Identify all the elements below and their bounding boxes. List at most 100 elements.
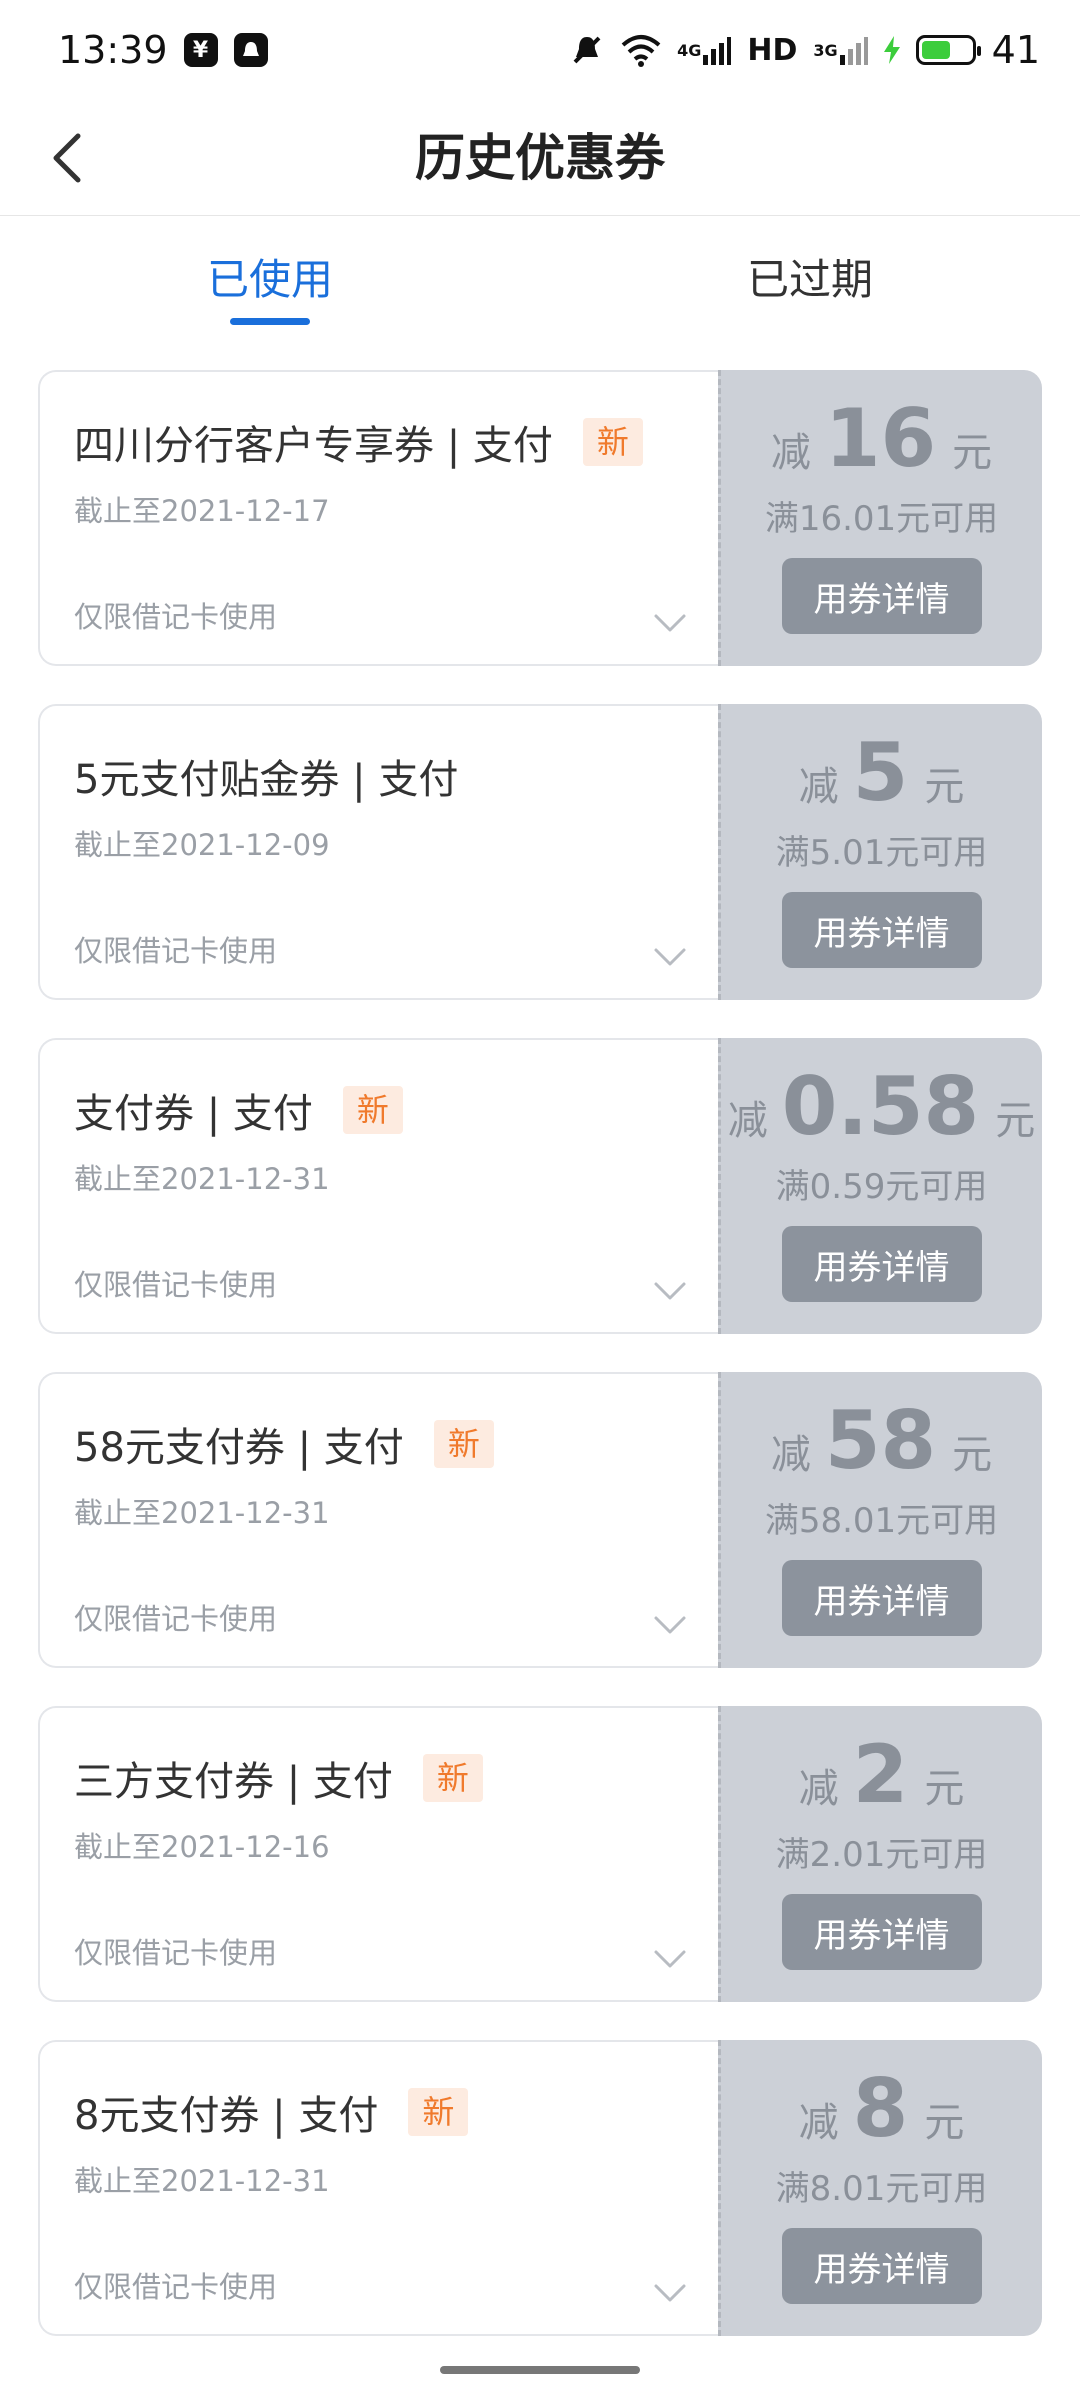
coupon-detail-button[interactable]: 用券详情 — [781, 1226, 982, 1302]
tab-expired[interactable]: 已过期 — [660, 246, 960, 307]
battery-icon — [915, 35, 981, 65]
status-right: 4G HD 3G 41 — [569, 28, 1040, 72]
battery-level: 41 — [991, 28, 1040, 72]
tab-used[interactable]: 已使用 — [120, 246, 420, 307]
coupon-card[interactable]: 58元支付券 | 支付 新 截止至2021-12-31 仅限借记卡使用 减 58… — [38, 1372, 1042, 1668]
coupon-detail-button[interactable]: 用券详情 — [781, 892, 982, 968]
new-badge: 新 — [422, 1754, 483, 1802]
chevron-down-icon[interactable] — [650, 608, 690, 638]
coupon-card[interactable]: 8元支付券 | 支付 新 截止至2021-12-31 仅限借记卡使用 减 8 元… — [38, 2040, 1042, 2336]
coupon-expiry: 截止至2021-12-31 — [74, 1496, 330, 1530]
coupon-restriction: 仅限借记卡使用 — [74, 934, 278, 968]
coupon-info: 三方支付券 | 支付 新 截止至2021-12-16 仅限借记卡使用 — [38, 1706, 718, 2002]
coupon-info: 5元支付贴金券 | 支付 截止至2021-12-09 仅限借记卡使用 — [38, 704, 718, 1000]
chevron-down-icon[interactable] — [650, 1944, 690, 1974]
coupon-detail-button[interactable]: 用券详情 — [781, 2228, 982, 2304]
coupon-restriction: 仅限借记卡使用 — [74, 600, 278, 634]
amount-row: 减 16 元 — [771, 392, 992, 485]
amount-unit: 元 — [924, 1766, 965, 1812]
coupon-info: 四川分行客户专享券 | 支付 新 截止至2021-12-17 仅限借记卡使用 — [38, 370, 718, 666]
coupon-value: 减 5 元 满5.01元可用 用券详情 — [718, 704, 1042, 1000]
coupon-name: 支付券 | 支付 — [74, 1091, 313, 1137]
coupon-value: 减 8 元 满8.01元可用 用券详情 — [718, 2040, 1042, 2336]
new-badge: 新 — [342, 1086, 403, 1134]
hd-label: HD — [747, 32, 798, 68]
coupon-name-row: 三方支付券 | 支付 新 — [74, 1750, 688, 1806]
new-badge: 新 — [408, 2088, 469, 2136]
notification-app-icon — [233, 33, 268, 67]
coupon-name: 5元支付贴金券 | 支付 — [74, 757, 459, 803]
amount-value: 8 — [852, 2062, 909, 2155]
coupon-detail-button[interactable]: 用券详情 — [781, 1560, 982, 1636]
amount-prefix: 减 — [798, 1766, 839, 1812]
wifi-icon — [621, 33, 661, 67]
amount-value: 0.58 — [781, 1060, 980, 1153]
network-3g-label: 3G — [813, 40, 838, 60]
chevron-down-icon[interactable] — [650, 1276, 690, 1306]
coupon-card[interactable]: 5元支付贴金券 | 支付 截止至2021-12-09 仅限借记卡使用 减 5 元… — [38, 704, 1042, 1000]
amount-row: 减 0.58 元 — [728, 1060, 1035, 1153]
amount-value: 5 — [852, 726, 909, 819]
new-badge: 新 — [582, 418, 643, 466]
signal-4g-icon: 4G — [677, 35, 732, 65]
amount-value: 2 — [852, 1728, 909, 1821]
coupon-name: 58元支付券 | 支付 — [74, 1425, 404, 1471]
coupon-card[interactable]: 三方支付券 | 支付 新 截止至2021-12-16 仅限借记卡使用 减 2 元… — [38, 1706, 1042, 2002]
coupon-info: 58元支付券 | 支付 新 截止至2021-12-31 仅限借记卡使用 — [38, 1372, 718, 1668]
min-spend: 满8.01元可用 — [775, 2169, 988, 2209]
coupon-name-row: 支付券 | 支付 新 — [74, 1082, 688, 1138]
amount-row: 减 2 元 — [799, 1728, 965, 1821]
new-badge: 新 — [433, 1420, 494, 1468]
amount-prefix: 减 — [798, 764, 839, 810]
amount-prefix: 减 — [798, 2100, 839, 2146]
coupon-expiry: 截止至2021-12-31 — [74, 2164, 330, 2198]
coupon-expiry: 截止至2021-12-17 — [74, 494, 330, 528]
tab-bar: 已使用 已过期 — [0, 216, 1080, 336]
coupon-name: 四川分行客户专享券 | 支付 — [74, 423, 553, 469]
coupon-value: 减 0.58 元 满0.59元可用 用券详情 — [718, 1038, 1042, 1334]
coupon-detail-button[interactable]: 用券详情 — [781, 1894, 982, 1970]
amount-unit: 元 — [952, 430, 993, 476]
coupon-value: 减 16 元 满16.01元可用 用券详情 — [718, 370, 1042, 666]
coupon-card[interactable]: 支付券 | 支付 新 截止至2021-12-31 仅限借记卡使用 减 0.58 … — [38, 1038, 1042, 1334]
amount-row: 减 8 元 — [799, 2062, 965, 2155]
coupon-restriction: 仅限借记卡使用 — [74, 2270, 278, 2304]
chevron-down-icon[interactable] — [650, 2278, 690, 2308]
coupon-expiry: 截止至2021-12-31 — [74, 1162, 330, 1196]
header: 历史优惠券 — [0, 100, 1080, 216]
home-indicator[interactable] — [440, 2366, 640, 2374]
status-left: 13:39 ¥ — [58, 28, 268, 72]
coupon-card[interactable]: 四川分行客户专享券 | 支付 新 截止至2021-12-17 仅限借记卡使用 减… — [38, 370, 1042, 666]
amount-row: 减 58 元 — [771, 1394, 992, 1487]
coupon-name-row: 58元支付券 | 支付 新 — [74, 1416, 688, 1472]
amount-unit: 元 — [952, 1432, 993, 1478]
min-spend: 满58.01元可用 — [764, 1501, 999, 1541]
chevron-down-icon[interactable] — [650, 942, 690, 972]
coupon-restriction: 仅限借记卡使用 — [74, 1268, 278, 1302]
amount-value: 16 — [824, 392, 937, 485]
coupon-expiry: 截止至2021-12-09 — [74, 828, 330, 862]
coupon-restriction: 仅限借记卡使用 — [74, 1602, 278, 1636]
coupon-name-row: 5元支付贴金券 | 支付 — [74, 748, 688, 804]
charging-icon — [883, 36, 900, 64]
coupon-info: 8元支付券 | 支付 新 截止至2021-12-31 仅限借记卡使用 — [38, 2040, 718, 2336]
amount-value: 58 — [824, 1394, 937, 1487]
min-spend: 满2.01元可用 — [775, 1835, 988, 1875]
amount-unit: 元 — [995, 1098, 1036, 1144]
amount-prefix: 减 — [770, 430, 811, 476]
coupon-list: 四川分行客户专享券 | 支付 新 截止至2021-12-17 仅限借记卡使用 减… — [38, 370, 1042, 2374]
coupon-name: 8元支付券 | 支付 — [74, 2093, 379, 2139]
coupon-expiry: 截止至2021-12-16 — [74, 1830, 330, 1864]
min-spend: 满5.01元可用 — [775, 833, 988, 873]
min-spend: 满0.59元可用 — [775, 1167, 988, 1207]
signal-3g-icon: 3G — [813, 35, 868, 65]
shield-yen-icon: ¥ — [183, 33, 218, 67]
chevron-down-icon[interactable] — [650, 1610, 690, 1640]
amount-prefix: 减 — [770, 1432, 811, 1478]
coupon-restriction: 仅限借记卡使用 — [74, 1936, 278, 1970]
coupon-detail-button[interactable]: 用券详情 — [781, 558, 982, 634]
amount-row: 减 5 元 — [799, 726, 965, 819]
coupon-name-row: 8元支付券 | 支付 新 — [74, 2084, 688, 2140]
mute-bell-icon — [569, 32, 605, 68]
amount-unit: 元 — [924, 764, 965, 810]
